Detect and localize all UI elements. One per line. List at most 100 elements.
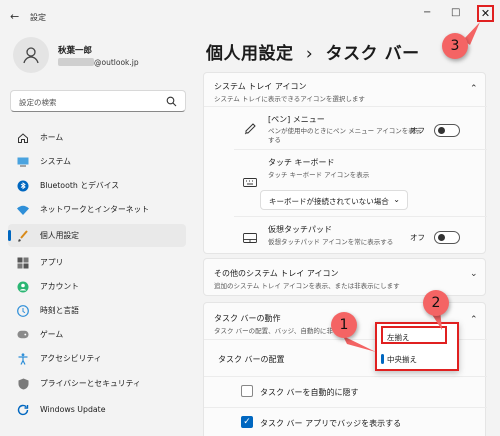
touchpad-icon xyxy=(243,233,257,243)
sidebar-item-gaming[interactable]: ゲーム xyxy=(8,323,186,346)
globe-icon xyxy=(17,304,29,317)
touch-keyboard-dropdown-value: キーボードが接続されていない場合 xyxy=(269,197,389,206)
sidebar-item-system[interactable]: システム xyxy=(8,150,186,173)
sidebar-item-apps[interactable]: アプリ xyxy=(8,251,186,274)
checkmark-icon: ✓ xyxy=(243,417,251,427)
sidebar-item-label: 個人用設定 xyxy=(40,231,79,240)
page-title: タスク バー xyxy=(325,44,420,64)
app-title: 設定 xyxy=(30,13,46,22)
back-arrow-icon[interactable]: ← xyxy=(10,10,19,23)
virtual-touchpad-toggle[interactable] xyxy=(434,231,460,244)
divider xyxy=(234,216,487,217)
pen-menu-subtitle-2: する xyxy=(268,136,281,144)
virtual-touchpad-title: 仮想タッチパッド xyxy=(268,225,332,234)
email-redacted xyxy=(58,58,94,66)
sidebar-item-label: Bluetooth とデバイス xyxy=(40,181,120,190)
pen-menu-title: [ペン] メニュー xyxy=(268,115,325,124)
virtual-touchpad-state: オフ xyxy=(410,233,425,242)
other-tray-icons-card[interactable]: その他のシステム トレイ アイコン 追加のシステム トレイ アイコンを表示、また… xyxy=(203,258,486,296)
divider xyxy=(204,376,487,377)
wifi-icon xyxy=(17,204,29,216)
close-button[interactable]: ✕ xyxy=(477,5,494,22)
profile-name: 秋葉一郎 xyxy=(58,46,93,56)
pen-menu-toggle[interactable] xyxy=(434,124,460,137)
bluetooth-icon xyxy=(17,180,29,192)
callout-1: 1 xyxy=(331,312,357,338)
callout-3-number: 3 xyxy=(450,38,460,54)
sidebar-item-privacy[interactable]: プライバシーとセキュリティ xyxy=(8,372,186,395)
chevron-up-icon: ⌃ xyxy=(470,84,478,94)
breadcrumb-separator: › xyxy=(305,44,314,64)
selected-indicator xyxy=(381,354,384,364)
system-tray-icons-header[interactable]: システム トレイ アイコン システム トレイに表示できるアイコンを選択します ⌃ xyxy=(204,73,487,106)
title-bar: ← 設定 − □ ✕ xyxy=(0,0,500,32)
gamepad-icon xyxy=(17,329,29,341)
chevron-down-icon: ⌄ xyxy=(470,269,478,279)
search-icon xyxy=(166,96,177,107)
callout-1-number: 1 xyxy=(339,317,349,333)
touch-keyboard-dropdown[interactable]: キーボードが接続されていない場合 ⌄ xyxy=(260,190,408,210)
search-input[interactable]: 設定の検索 xyxy=(10,90,186,112)
sidebar-item-label: アカウント xyxy=(40,282,79,291)
virtual-touchpad-subtitle: 仮想タッチパッド アイコンを常に表示する xyxy=(268,238,394,246)
taskbar-behaviors-title: タスク バーの動作 xyxy=(214,314,281,323)
update-icon xyxy=(17,404,29,416)
sidebar-item-personalization[interactable]: 個人用設定 xyxy=(8,224,186,247)
close-icon: ✕ xyxy=(480,7,491,20)
touch-keyboard-title: タッチ キーボード xyxy=(268,158,335,167)
sidebar-item-label: システム xyxy=(40,157,71,166)
breadcrumb-parent[interactable]: 個人用設定 xyxy=(206,44,294,64)
sidebar-item-accounts[interactable]: アカウント xyxy=(8,275,186,298)
sidebar-item-label: ホーム xyxy=(40,133,64,142)
sidebar-item-accessibility[interactable]: アクセシビリティ xyxy=(8,347,186,370)
badges-label: タスク バー アプリでバッジを表示する xyxy=(260,419,402,428)
accessibility-icon xyxy=(17,352,29,365)
search-placeholder: 設定の検索 xyxy=(19,98,57,107)
autohide-label: タスク バーを自動的に隠す xyxy=(260,388,359,397)
sidebar-item-network[interactable]: ネットワークとインターネット xyxy=(8,198,186,221)
pen-menu-state: オフ xyxy=(410,126,425,135)
touch-keyboard-subtitle: タッチ キーボード アイコンを表示 xyxy=(268,171,370,179)
user-icon xyxy=(23,47,39,64)
sidebar-item-windows-update[interactable]: Windows Update xyxy=(8,398,186,421)
minimize-icon[interactable]: − xyxy=(423,7,431,18)
system-icon xyxy=(17,156,29,168)
breadcrumb: 個人用設定 › タスク バー xyxy=(206,39,420,64)
sidebar-item-label: アクセシビリティ xyxy=(40,354,102,363)
system-tray-icons-card: システム トレイ アイコン システム トレイに表示できるアイコンを選択します ⌃… xyxy=(203,72,487,254)
divider xyxy=(234,149,487,150)
maximize-icon[interactable]: □ xyxy=(451,7,460,18)
chevron-up-icon: ⌃ xyxy=(470,315,478,325)
sidebar-item-home[interactable]: ホーム xyxy=(8,126,186,149)
left-align-highlight xyxy=(381,326,447,344)
avatar[interactable] xyxy=(13,37,49,73)
other-tray-icons-title: その他のシステム トレイ アイコン xyxy=(214,269,339,278)
brush-icon xyxy=(17,229,29,242)
home-icon xyxy=(17,132,29,144)
selected-indicator xyxy=(8,230,11,241)
apps-icon xyxy=(17,257,29,269)
sidebar-item-label: ゲーム xyxy=(40,330,64,339)
keyboard-icon xyxy=(243,178,257,187)
pen-icon xyxy=(244,123,256,135)
callout-2: 2 xyxy=(423,290,449,316)
alignment-option-center[interactable]: 中央揃え xyxy=(387,354,417,365)
sidebar-item-label: プライバシーとセキュリティ xyxy=(40,379,141,388)
pen-menu-subtitle: ペンが使用中のときにペン メニュー アイコンを表示 xyxy=(268,127,422,135)
autohide-checkbox[interactable] xyxy=(241,385,253,397)
chevron-down-icon: ⌄ xyxy=(393,195,400,204)
divider xyxy=(204,106,487,107)
sidebar-item-label: 時刻と言語 xyxy=(40,306,79,315)
sidebar-item-label: Windows Update xyxy=(40,405,106,414)
taskbar-behaviors-subtitle: タスク バーの配置、バッジ、自動的に非 xyxy=(214,327,333,335)
system-tray-icons-title: システム トレイ アイコン xyxy=(214,82,307,91)
account-icon xyxy=(17,281,29,293)
system-tray-icons-subtitle: システム トレイに表示できるアイコンを選択します xyxy=(214,95,365,103)
sidebar-item-bluetooth[interactable]: Bluetooth とデバイス xyxy=(8,174,186,197)
sidebar-item-label: アプリ xyxy=(40,258,64,267)
sidebar-item-time-language[interactable]: 時刻と言語 xyxy=(8,299,186,322)
taskbar-alignment-label: タスク バーの配置 xyxy=(218,355,285,364)
badges-checkbox[interactable]: ✓ xyxy=(241,416,253,428)
callout-3: 3 xyxy=(442,33,468,59)
callout-2-number: 2 xyxy=(431,295,441,311)
